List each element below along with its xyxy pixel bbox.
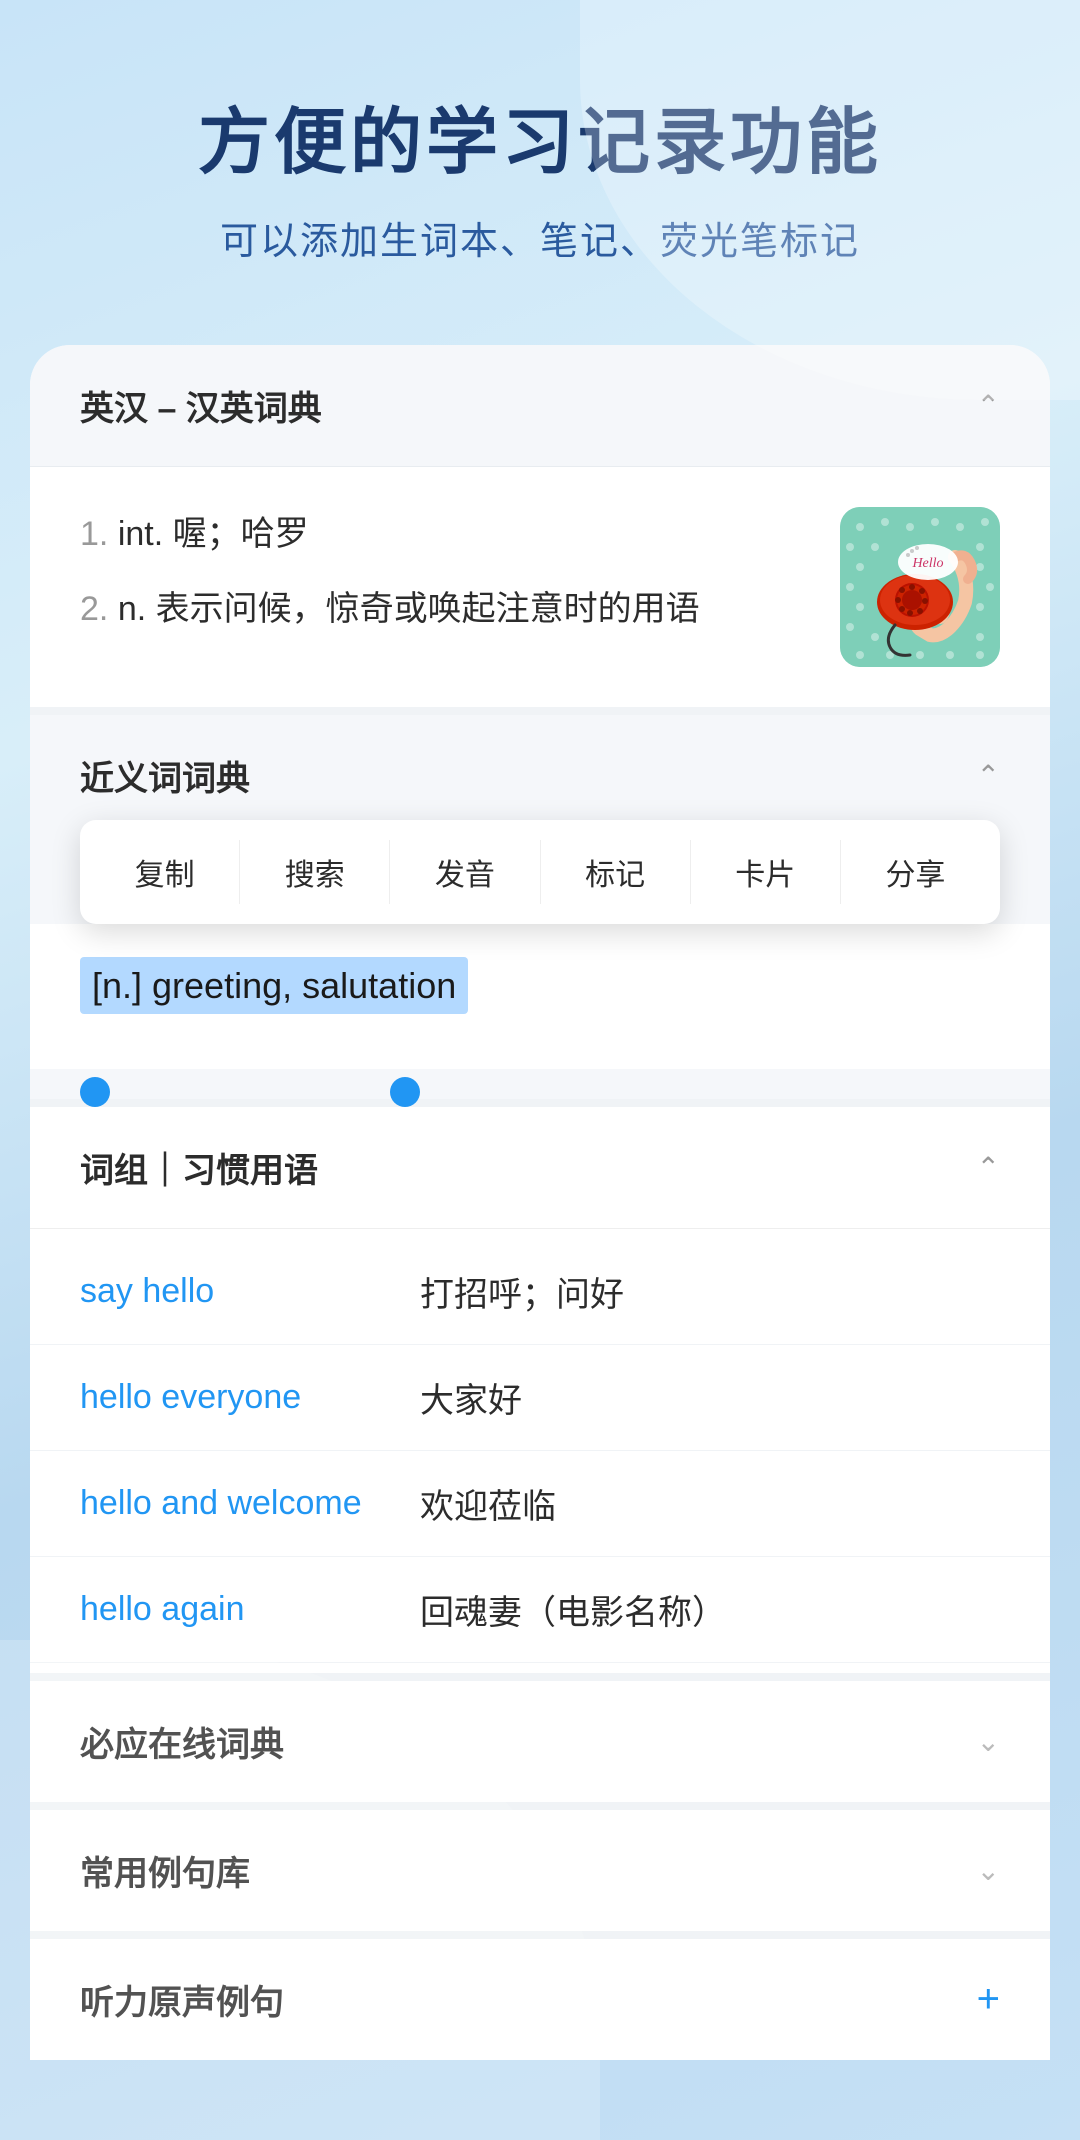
phrase-zh-2: 大家好 — [420, 1373, 522, 1422]
audio-sentences-header[interactable]: 听力原声例句 + — [30, 1931, 1050, 2060]
context-menu-copy[interactable]: 复制 — [90, 840, 240, 904]
dictionary-chevron-icon: ⌃ — [977, 389, 1000, 422]
context-menu-mark[interactable]: 标记 — [541, 840, 691, 904]
synonyms-section: 近义词词典 ⌃ 复制 搜索 发音 标记 卡片 分享 [n.] greeting,… — [30, 715, 1050, 1099]
biyingonline-title: 必应在线词典 — [80, 1717, 284, 1766]
definition-item-1: 1. int. 喔；哈罗 — [80, 507, 820, 561]
list-item[interactable]: hello and welcome 欢迎莅临 — [30, 1451, 1050, 1557]
synonym-text-area: [n.] greeting, salutation — [30, 924, 1050, 1069]
context-menu-card[interactable]: 卡片 — [691, 840, 841, 904]
audio-sentences-plus-icon[interactable]: + — [977, 1977, 1000, 2022]
dictionary-section-title: 英汉 – 汉英词典 — [80, 381, 322, 430]
header-section: 方便的学习记录功能 可以添加生词本、笔记、荧光笔标记 — [0, 0, 1080, 325]
dictionary-section-header[interactable]: 英汉 – 汉英词典 ⌃ — [30, 345, 1050, 467]
example-sentences-header[interactable]: 常用例句库 ⌄ — [30, 1802, 1050, 1931]
definition-text: 1. int. 喔；哈罗 2. n. 表示问候，惊奇或唤起注意时的用语 — [80, 507, 820, 656]
synonyms-chevron-icon: ⌃ — [977, 759, 1000, 792]
page-title: 方便的学习记录功能 — [60, 100, 1020, 186]
phrase-en-4: hello again — [80, 1590, 400, 1629]
phrases-chevron-icon: ⌃ — [977, 1151, 1000, 1184]
phrase-zh-4: 回魂妻（电影名称） — [420, 1585, 726, 1634]
list-item[interactable]: say hello 打招呼；问好 — [30, 1239, 1050, 1345]
biyingonline-header[interactable]: 必应在线词典 ⌄ — [30, 1673, 1050, 1802]
phrases-section: 词组｜习惯用语 ⌃ say hello 打招呼；问好 hello everyon… — [30, 1099, 1050, 1673]
bottom-sections: 必应在线词典 ⌄ 常用例句库 ⌄ 听力原声例句 + — [30, 1673, 1050, 2060]
def-pos-2: n. — [118, 590, 156, 628]
selection-handle-left[interactable] — [80, 1077, 110, 1107]
phrase-zh-3: 欢迎莅临 — [420, 1479, 556, 1528]
def-num-1: 1. — [80, 515, 118, 553]
audio-sentences-title: 听力原声例句 — [80, 1975, 284, 2024]
page-wrapper: 方便的学习记录功能 可以添加生词本、笔记、荧光笔标记 英汉 – 汉英词典 ⌃ 1… — [0, 0, 1080, 2140]
def-content-1: 喔；哈罗 — [173, 515, 309, 553]
selection-handles — [30, 1069, 1050, 1099]
def-content-2: 表示问候，惊奇或唤起注意时的用语 — [156, 590, 700, 628]
def-pos-1: int. — [118, 515, 173, 553]
def-num-2: 2. — [80, 590, 118, 628]
main-card: 英汉 – 汉英词典 ⌃ 1. int. 喔；哈罗 2. n. 表示问候，惊奇或唤… — [30, 345, 1050, 2060]
list-item[interactable]: hello again 回魂妻（电影名称） — [30, 1557, 1050, 1663]
selection-handle-right[interactable] — [390, 1077, 420, 1107]
definition-item-2: 2. n. 表示问候，惊奇或唤起注意时的用语 — [80, 582, 820, 636]
biyingonline-chevron-icon: ⌄ — [977, 1725, 1000, 1758]
phrase-zh-1: 打招呼；问好 — [420, 1267, 624, 1316]
phrase-en-2: hello everyone — [80, 1378, 400, 1417]
phrases-title: 词组｜习惯用语 — [80, 1143, 318, 1192]
context-menu-pronounce[interactable]: 发音 — [390, 840, 540, 904]
context-menu-search[interactable]: 搜索 — [240, 840, 390, 904]
synonym-highlighted-text: [n.] greeting, salutation — [80, 957, 468, 1014]
phrase-en-1: say hello — [80, 1272, 400, 1311]
example-sentences-chevron-icon: ⌄ — [977, 1854, 1000, 1887]
phrase-en-3: hello and welcome — [80, 1484, 400, 1523]
phrase-list: say hello 打招呼；问好 hello everyone 大家好 hell… — [30, 1229, 1050, 1673]
hello-illustration: Hello — [840, 507, 1000, 667]
phrases-header[interactable]: 词组｜习惯用语 ⌃ — [30, 1099, 1050, 1229]
definition-card: 1. int. 喔；哈罗 2. n. 表示问候，惊奇或唤起注意时的用语 — [30, 467, 1050, 715]
page-subtitle: 可以添加生词本、笔记、荧光笔标记 — [60, 210, 1020, 265]
synonyms-title: 近义词词典 — [80, 751, 250, 800]
context-menu-share[interactable]: 分享 — [841, 840, 990, 904]
context-menu: 复制 搜索 发音 标记 卡片 分享 — [80, 820, 1000, 924]
example-sentences-title: 常用例句库 — [80, 1846, 250, 1895]
svg-text:Hello: Hello — [911, 556, 943, 571]
list-item[interactable]: hello everyone 大家好 — [30, 1345, 1050, 1451]
synonyms-header[interactable]: 近义词词典 ⌃ — [30, 715, 1050, 800]
